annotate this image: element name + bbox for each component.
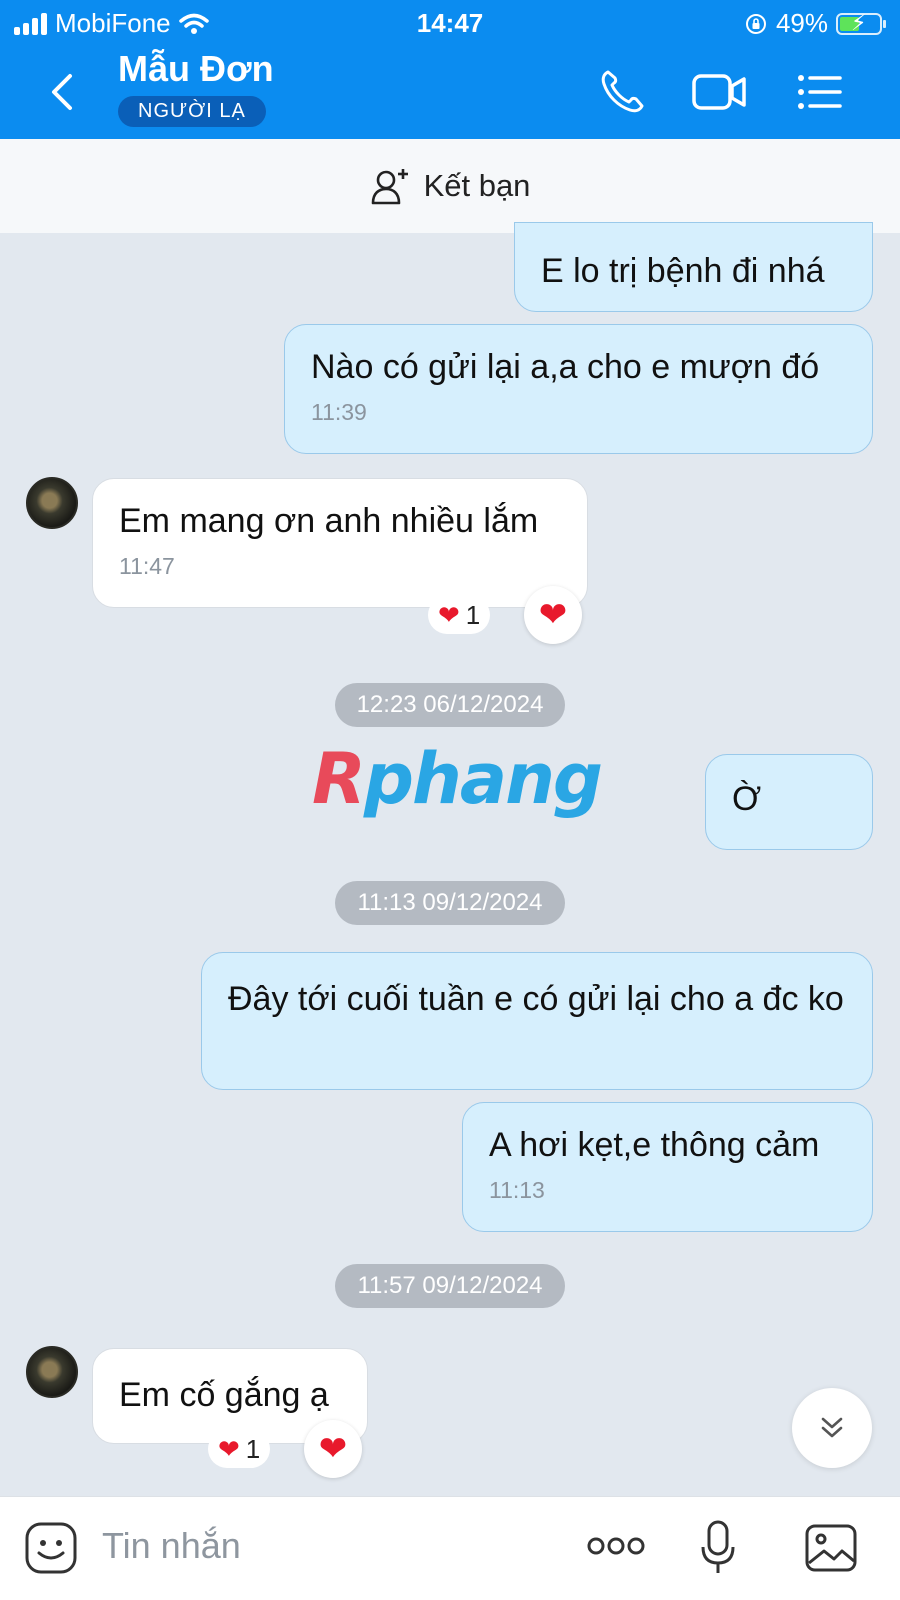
status-bar: MobiFone 14:47 49% ⚡ (0, 0, 900, 46)
add-friend-button[interactable]: Kết bạn (0, 139, 900, 233)
status-right: 49% ⚡ (744, 8, 886, 39)
contact-avatar[interactable] (26, 477, 78, 529)
message-text: Đây tới cuối tuần e có gửi lại cho a đc … (228, 980, 844, 1018)
rotation-lock-icon (745, 13, 766, 34)
phone-icon[interactable] (596, 66, 648, 118)
sticker-icon[interactable] (24, 1521, 78, 1575)
scroll-to-bottom-button[interactable] (792, 1388, 872, 1468)
message-text: Em cố gắng ạ (119, 1376, 329, 1414)
message-bubble-outgoing[interactable]: E lo trị bệnh đi nhá (514, 222, 873, 312)
message-bubble-outgoing[interactable]: A hơi kẹt,e thông cảm 11:13 (462, 1102, 873, 1232)
more-options-icon[interactable] (586, 1531, 646, 1561)
message-bubble-incoming[interactable]: Em mang ơn anh nhiều lắm 11:47 (92, 478, 588, 608)
message-bubble-outgoing[interactable]: Nào có gửi lại a,a cho e mượn đó 11:39 (284, 324, 873, 454)
message-input-bar (0, 1496, 900, 1600)
message-time: 11:13 (489, 1177, 545, 1203)
menu-icon[interactable] (794, 66, 846, 118)
stranger-badge: NGƯỜI LẠ (118, 96, 266, 127)
contact-name[interactable]: Mẫu Đơn (118, 48, 274, 90)
reaction-summary[interactable]: ❤ 1 (428, 596, 491, 634)
back-chevron-icon[interactable] (44, 68, 84, 116)
heart-icon: ❤ (318, 1430, 348, 1468)
message-text: A hơi kẹt,e thông cảm (489, 1126, 820, 1164)
message-text: E lo trị bệnh đi nhá (541, 252, 825, 290)
double-chevron-down-icon (821, 1417, 843, 1438)
message-time: 11:47 (119, 553, 175, 579)
date-separator-text: 11:13 09/12/2024 (335, 881, 565, 925)
message-text: Nào có gửi lại a,a cho e mượn đó (311, 348, 820, 386)
message-input[interactable] (102, 1521, 552, 1571)
date-separator-text: 12:23 06/12/2024 (334, 683, 566, 727)
message-bubble-outgoing[interactable]: Ờ (705, 754, 873, 850)
charging-bolt-icon: ⚡ (851, 9, 867, 35)
date-separator: 12:23 06/12/2024 (0, 683, 900, 727)
message-bubble-outgoing[interactable]: Đây tới cuối tuần e có gửi lại cho a đc … (201, 952, 873, 1090)
date-separator-text: 11:57 09/12/2024 (335, 1264, 565, 1308)
heart-icon: ❤ (218, 1433, 240, 1464)
reaction-count: 1 (465, 599, 481, 630)
react-button[interactable]: ❤ (524, 586, 582, 644)
message-time: 11:39 (311, 399, 367, 425)
date-separator: 11:57 09/12/2024 (0, 1264, 900, 1308)
battery-icon: ⚡ (836, 9, 886, 35)
add-friend-label: Kết bạn (423, 168, 531, 203)
heart-icon: ❤ (438, 599, 460, 630)
reaction-summary[interactable]: ❤ 1 (208, 1430, 271, 1468)
chat-header: MobiFone 14:47 49% ⚡ Mẫu Đơn NGƯỜI LẠ (0, 0, 900, 139)
image-gallery-icon[interactable] (804, 1521, 858, 1575)
date-separator: 11:13 09/12/2024 (0, 881, 900, 925)
reaction-count: 1 (245, 1433, 261, 1464)
message-text: Em mang ơn anh nhiều lắm (119, 502, 539, 540)
add-friend-icon (371, 169, 408, 205)
contact-avatar[interactable] (26, 1346, 78, 1398)
video-call-icon[interactable] (690, 66, 748, 118)
message-text: Ờ (732, 780, 762, 818)
react-button[interactable]: ❤ (304, 1420, 362, 1478)
battery-percent: 49% (775, 8, 828, 38)
heart-icon: ❤ (538, 596, 568, 634)
microphone-icon[interactable] (698, 1519, 738, 1579)
watermark-logo: Rphang (312, 738, 603, 820)
